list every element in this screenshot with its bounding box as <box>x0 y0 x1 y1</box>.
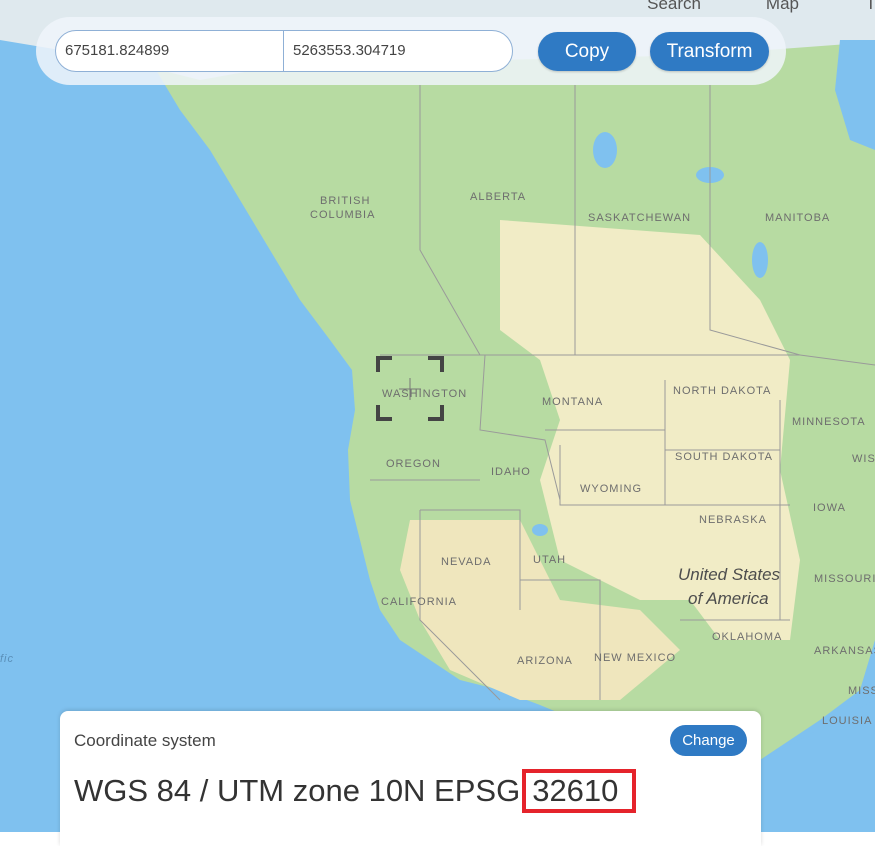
map-label-country: United States <box>678 565 781 584</box>
map-label: UTAH <box>533 554 566 566</box>
coordinate-system-panel: Coordinate system Change WGS 84 / UTM zo… <box>60 711 761 846</box>
map-label: LOUISIA <box>822 715 872 727</box>
map-label: MANITOBA <box>765 212 830 224</box>
map-label: NORTH DAKOTA <box>673 385 771 397</box>
map-label: ALBERTA <box>470 191 526 203</box>
page-edge <box>875 0 890 846</box>
map-label: NEW MEXICO <box>594 652 676 664</box>
crs-name: WGS 84 / UTM zone 10N EPSG 32610 <box>74 769 637 813</box>
map-label-country: of America <box>688 589 769 608</box>
map-label: CALIFORNIA <box>381 596 457 608</box>
nav-transform[interactable]: Tr <box>866 0 875 14</box>
map-label: WASHINGTON <box>382 388 467 400</box>
map-label: ARIZONA <box>517 655 573 667</box>
lake <box>532 524 548 536</box>
x-coordinate-input[interactable]: 675181.824899 <box>55 30 284 72</box>
crs-code: 32610 <box>522 769 637 813</box>
map-label: MISS <box>848 685 875 697</box>
map-canvas[interactable]: BRITISH COLUMBIA ALBERTA SASKATCHEWAN MA… <box>0 0 875 832</box>
map-label: NEBRASKA <box>699 514 767 526</box>
map-label: WYOMING <box>580 483 642 495</box>
transform-button[interactable]: Transform <box>650 32 769 71</box>
map-label: COLUMBIA <box>310 209 375 221</box>
y-coordinate-input[interactable]: 5263553.304719 <box>283 30 513 72</box>
map-label: MISSOURI <box>814 573 875 585</box>
map-label: ARKANSAS <box>814 645 875 657</box>
map-label: OREGON <box>386 458 441 470</box>
map-label: IDAHO <box>491 466 531 478</box>
lake <box>593 132 617 168</box>
map-label: NEVADA <box>441 556 491 568</box>
panel-label: Coordinate system <box>74 731 216 750</box>
map-label: IOWA <box>813 502 846 514</box>
map-label: MONTANA <box>542 396 603 408</box>
map-viewport[interactable]: BRITISH COLUMBIA ALBERTA SASKATCHEWAN MA… <box>0 0 875 832</box>
map-label: SASKATCHEWAN <box>588 212 691 224</box>
crs-title: WGS 84 / UTM zone 10N EPSG <box>74 773 521 808</box>
map-label: SOUTH DAKOTA <box>675 451 773 463</box>
map-label: fic <box>0 653 14 665</box>
lake <box>752 242 768 278</box>
change-button[interactable]: Change <box>670 725 747 756</box>
nav-search[interactable]: Search <box>647 0 701 14</box>
map-label: WIS <box>852 453 875 465</box>
map-label: OKLAHOMA <box>712 631 782 643</box>
map-label: BRITISH <box>320 195 370 207</box>
copy-button[interactable]: Copy <box>538 32 636 71</box>
map-label: MINNESOTA <box>792 416 866 428</box>
nav-map[interactable]: Map <box>766 0 799 14</box>
